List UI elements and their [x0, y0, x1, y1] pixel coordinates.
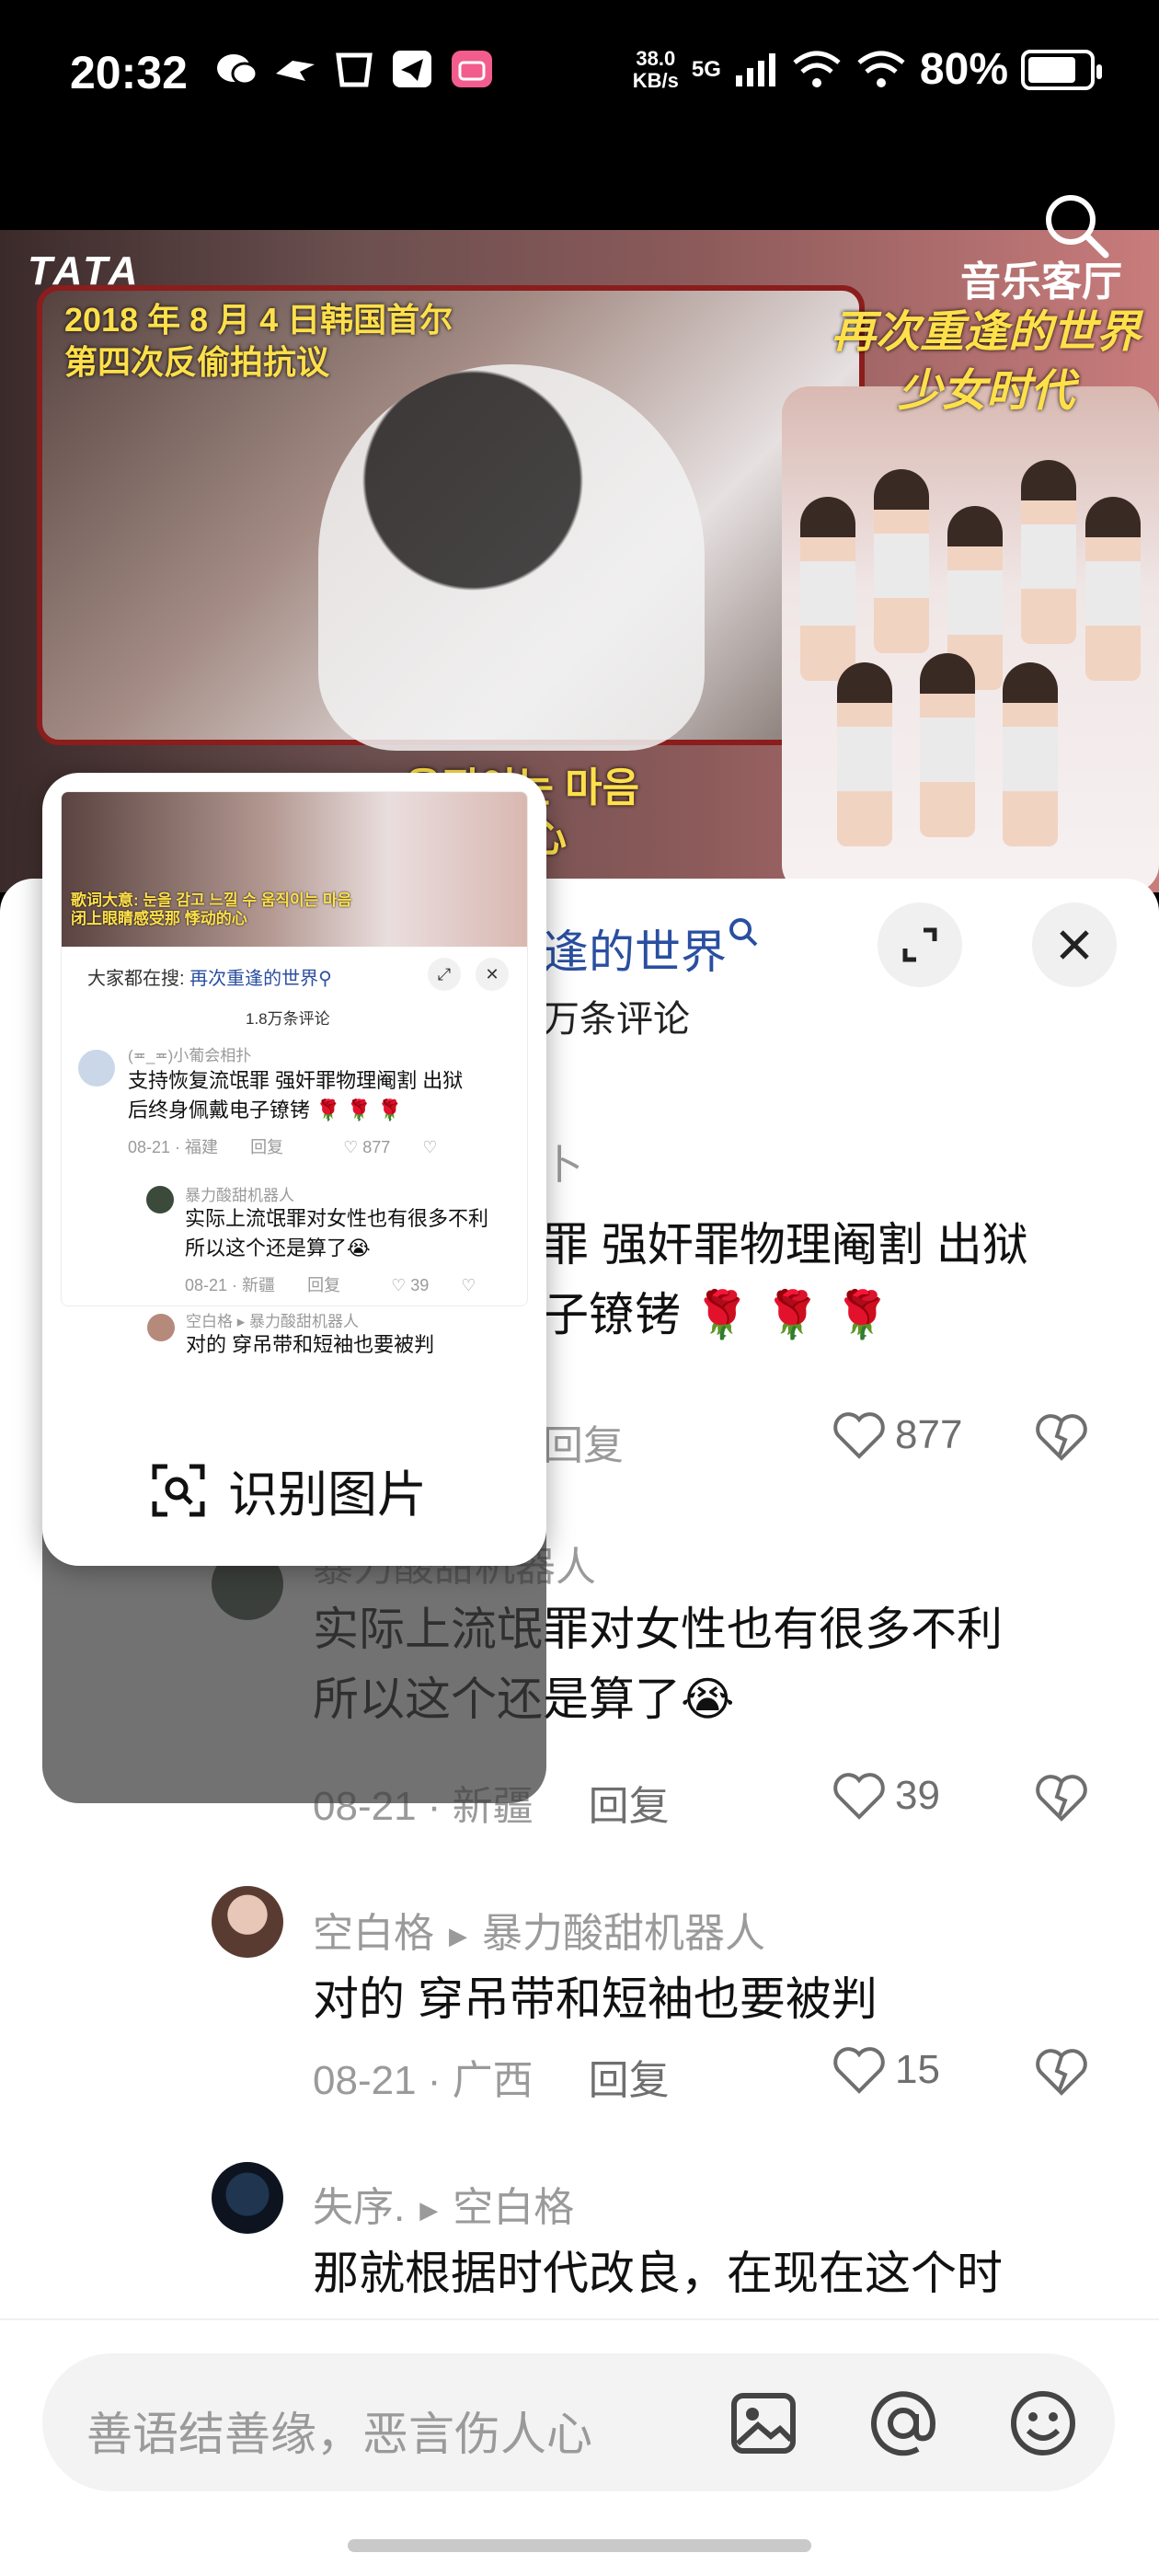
telegram-icon [390, 48, 436, 90]
like-button[interactable]: 877 [832, 1410, 962, 1460]
expand-button[interactable] [878, 903, 962, 987]
battery-percent: 80% [919, 45, 1008, 94]
avatar [78, 1050, 115, 1087]
popup-action-area: 客服 分享 [42, 1527, 546, 2507]
net-speed: 38.0 KB/s [632, 46, 679, 92]
comment-meta: 08-21 · 广西 回复 [313, 2058, 670, 2103]
reply-arrow-icon: ▶ [419, 2195, 439, 2224]
home-indicator[interactable] [348, 2539, 811, 2552]
video-speaker [318, 364, 705, 751]
mention-icon[interactable] [866, 2386, 940, 2460]
reply-button[interactable]: 回复 [543, 1412, 624, 1471]
search-small-icon [729, 918, 758, 947]
notification-icons [213, 48, 495, 90]
reply-button[interactable]: 回复 [589, 2058, 670, 2103]
cup-icon [331, 48, 377, 90]
reply-arrow-icon: ▶ [449, 1921, 467, 1949]
comment-input[interactable]: 善语结善缘，恶言伤人心 [42, 2353, 1115, 2491]
recognize-image-button[interactable]: 识别图片 [151, 1454, 427, 1526]
comment-author[interactable]: 失序. ▶ 空白格 [313, 2174, 574, 2233]
status-bar: 20:32 38.0 KB/s 5G 80% [0, 0, 1159, 230]
close-button[interactable] [1032, 903, 1117, 987]
like-button[interactable]: 15 [832, 2045, 940, 2095]
video-caption: 2018 年 8 月 4 日韩国首尔 第四次反偷拍抗议 [64, 301, 453, 381]
scan-icon [152, 1464, 205, 1516]
signal-icon [735, 52, 775, 86]
avatar[interactable] [212, 1886, 283, 1958]
bird-icon [272, 48, 318, 90]
search-icon[interactable] [1039, 189, 1113, 262]
comment-author[interactable]: 卜 [543, 1132, 583, 1190]
thumbnail-search-bar: 大家都在搜: 再次重逢的世界⚲ [87, 969, 332, 989]
heart-icon [833, 2047, 885, 2094]
like-count: 877 [895, 1412, 963, 1457]
avatar[interactable] [212, 2162, 283, 2234]
comment-count: 万条评论 [543, 999, 690, 1040]
reply-button[interactable]: 回复 [589, 1784, 670, 1829]
comment-text-line2[interactable]: 子镣铐 🌹 🌹 🌹 [543, 1280, 890, 1350]
battery-icon [1021, 49, 1102, 90]
network-type: 5G [691, 56, 721, 82]
comment-input-placeholder: 善语结善缘，恶言伤人心 [86, 2409, 592, 2460]
wechat-icon [213, 48, 259, 90]
dislike-icon[interactable] [1035, 1412, 1088, 1462]
comment-text[interactable]: 对的 穿吊带和短袖也要被判 [313, 1964, 878, 2034]
search-keyword-link[interactable]: 逢的世界 [543, 915, 760, 982]
bilibili-icon [449, 48, 495, 90]
status-right: 38.0 KB/s 5G 80% [632, 44, 1102, 95]
expand-icon [902, 927, 937, 962]
thumbnail-expand-icon: ⤢ [428, 958, 461, 991]
video-logo: TATA [28, 248, 142, 293]
heart-icon [833, 1412, 885, 1459]
emoji-icon[interactable] [1006, 2386, 1080, 2460]
comment-text[interactable]: 罪 强奸罪物理阉割 出狱 [543, 1210, 1028, 1280]
wifi-icon-2 [857, 51, 905, 87]
video-group-photo [782, 386, 1159, 892]
comment-author[interactable]: 空白格 ▶ 暴力酸甜机器人 [313, 1900, 765, 1959]
dislike-icon[interactable] [1035, 1773, 1088, 1823]
wifi-icon [793, 51, 841, 87]
like-button[interactable]: 39 [832, 1771, 940, 1821]
video-title: 再次重逢的世界 少女时代 [831, 308, 1141, 416]
comment-text[interactable]: 那就根据时代改良，在现在这个时 [313, 2238, 1003, 2308]
screenshot-preview-card: 歌词大意: 눈을 감고 느낄 수 움직이는 마음 闭上眼睛感受那 悸动的心 大家都… [42, 773, 546, 1566]
heart-icon [833, 1773, 885, 1820]
image-icon[interactable] [727, 2386, 800, 2460]
avatar [147, 1314, 175, 1341]
thumbnail-close-icon: ✕ [476, 958, 509, 991]
thumbnail-comment-count: 1.8万条评论 [246, 1010, 330, 1028]
comment-input-bar: 善语结善缘，恶言伤人心 [0, 2318, 1159, 2576]
status-time: 20:32 [70, 47, 188, 98]
thumbnail-video: 歌词大意: 눈을 감고 느낄 수 움직이는 마음 闭上眼睛感受那 悸动的心 [62, 792, 527, 947]
screenshot-thumbnail[interactable]: 歌词大意: 눈을 감고 느낄 수 움직이는 마음 闭上眼睛感受那 悸动的心 大家都… [61, 791, 528, 1306]
close-icon [1060, 930, 1089, 960]
avatar [146, 1186, 174, 1213]
like-count: 39 [895, 1773, 940, 1818]
screenshot-popup: 客服 分享 歌词大意: 눈을 감고 느낄 수 움직이는 마음闭上眼睛感受那 悸动… [42, 773, 546, 2507]
dislike-icon[interactable] [1035, 2047, 1088, 2097]
like-count: 15 [895, 2047, 940, 2092]
